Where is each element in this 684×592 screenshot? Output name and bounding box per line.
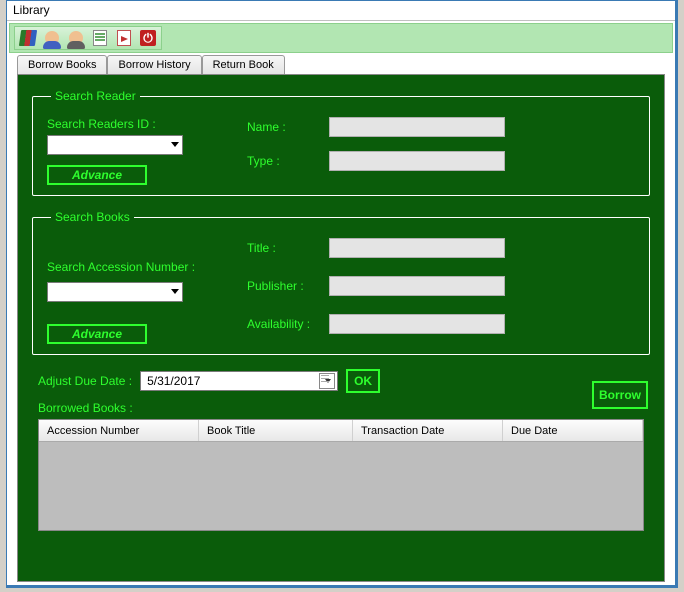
toolbar: ⏻ [9,23,673,53]
book-availability-label: Availability : [247,317,329,331]
reader-icon[interactable] [41,28,63,48]
reader-id-label: Search Readers ID : [47,117,247,131]
library-window: Library ⏻ Borrow Books Borrow History Re… [6,0,678,588]
staff-icon[interactable] [65,28,87,48]
reader-name-field [329,117,505,137]
book-publisher-label: Publisher : [247,279,329,293]
tab-borrow-books[interactable]: Borrow Books [17,55,107,74]
toolbar-inner: ⏻ [14,26,162,50]
col-book-title[interactable]: Book Title [199,420,353,441]
grid-header: Accession Number Book Title Transaction … [39,420,643,442]
tab-borrow-history[interactable]: Borrow History [107,55,201,74]
books-icon[interactable] [17,28,39,48]
book-title-field [329,238,505,258]
due-date-value: 5/31/2017 [147,374,200,388]
window-title: Library [13,3,50,17]
report-icon[interactable] [89,28,111,48]
adjust-due-label: Adjust Due Date : [38,374,132,388]
accession-combo[interactable] [47,282,183,302]
search-books-group: Search Books Search Accession Number : A… [32,210,650,355]
reader-advance-button[interactable]: Advance [47,165,147,185]
books-advance-button[interactable]: Advance [47,324,147,344]
col-transaction-date[interactable]: Transaction Date [353,420,503,441]
tab-strip: Borrow Books Borrow History Return Book [17,55,673,74]
book-title-label: Title : [247,241,329,255]
due-date-picker[interactable]: 5/31/2017 [140,371,338,391]
borrowed-books-label: Borrowed Books : [38,401,650,415]
book-availability-field [329,314,505,334]
borrow-button[interactable]: Borrow [592,381,648,409]
search-books-legend: Search Books [51,210,134,224]
calendar-icon[interactable] [319,373,335,389]
reader-name-label: Name : [247,120,329,134]
exit-icon[interactable] [113,28,135,48]
col-due-date[interactable]: Due Date [503,420,643,441]
power-icon[interactable]: ⏻ [137,28,159,48]
reader-type-field [329,151,505,171]
ok-button[interactable]: OK [346,369,380,393]
reader-id-combo[interactable] [47,135,183,155]
accession-label: Search Accession Number : [47,260,247,274]
reader-type-label: Type : [247,154,329,168]
col-accession[interactable]: Accession Number [39,420,199,441]
tab-return-book[interactable]: Return Book [202,55,285,74]
book-publisher-field [329,276,505,296]
window-titlebar: Library [7,1,675,21]
search-reader-legend: Search Reader [51,89,140,103]
borrow-books-panel: Search Reader Search Readers ID : Advanc… [17,74,665,582]
borrowed-books-grid[interactable]: Accession Number Book Title Transaction … [38,419,644,531]
search-reader-group: Search Reader Search Readers ID : Advanc… [32,89,650,196]
